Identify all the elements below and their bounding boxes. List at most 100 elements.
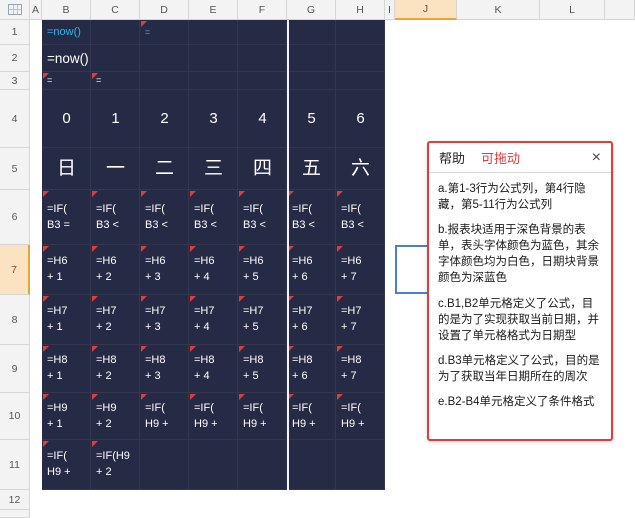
row-header-10[interactable]: 10 — [0, 393, 30, 440]
sheet-cell-e5[interactable]: 三 — [189, 148, 238, 190]
sheet-cell-d3[interactable] — [140, 72, 189, 90]
row-header-11[interactable]: 11 — [0, 440, 30, 490]
sheet-cell-h6[interactable]: =IF(B3 < — [336, 190, 385, 245]
sheet-cell-h7[interactable]: =H6 + 7 — [336, 245, 385, 295]
sheet-cell-b4[interactable]: 0 — [42, 90, 91, 148]
row-header-1[interactable]: 1 — [0, 20, 30, 45]
sheet-cell-g9[interactable]: =H8 + 6 — [287, 345, 336, 393]
sheet-cell-f3[interactable] — [238, 72, 287, 90]
sheet-cell-f11[interactable] — [238, 440, 287, 490]
sheet-cell-f8[interactable]: =H7 + 5 — [238, 295, 287, 345]
column-header-pad[interactable] — [605, 0, 635, 20]
column-header-h[interactable]: H — [336, 0, 385, 20]
sheet-cell-h3[interactable] — [336, 72, 385, 90]
column-header-l[interactable]: L — [540, 0, 605, 20]
sheet-cell-c3[interactable]: = — [91, 72, 140, 90]
sheet-cell-g10[interactable]: =IF(H9 + — [287, 393, 336, 440]
sheet-cell-b1[interactable]: =now() — [42, 20, 91, 45]
sheet-cell-d2[interactable] — [140, 45, 189, 72]
sheet-cell-c10[interactable]: =H9 + 2 — [91, 393, 140, 440]
sheet-cell-b7[interactable]: =H6 + 1 — [42, 245, 91, 295]
sheet-cell-g5[interactable]: 五 — [287, 148, 336, 190]
sheet-cell-g4[interactable]: 5 — [287, 90, 336, 148]
sheet-cell-c2[interactable] — [91, 45, 140, 72]
sheet-cell-d5[interactable]: 二 — [140, 148, 189, 190]
sheet-cell-e1[interactable] — [189, 20, 238, 45]
sheet-cell-f6[interactable]: =IF(B3 < — [238, 190, 287, 245]
sheet-cell-e6[interactable]: =IF(B3 < — [189, 190, 238, 245]
sheet-cell-e4[interactable]: 3 — [189, 90, 238, 148]
row-header-pad[interactable] — [0, 510, 30, 518]
sheet-cell-d10[interactable]: =IF(H9 + — [140, 393, 189, 440]
sheet-cell-d9[interactable]: =H8 + 3 — [140, 345, 189, 393]
sheet-cell-f5[interactable]: 四 — [238, 148, 287, 190]
sheet-cell-e11[interactable] — [189, 440, 238, 490]
sheet-cell-h1[interactable] — [336, 20, 385, 45]
column-header-b[interactable]: B — [42, 0, 91, 20]
row-header-2[interactable]: 2 — [0, 45, 30, 72]
sheet-cell-c1[interactable] — [91, 20, 140, 45]
row-header-7[interactable]: 7 — [0, 245, 30, 295]
row-header-8[interactable]: 8 — [0, 295, 30, 345]
sheet-cell-g8[interactable]: =H7 + 6 — [287, 295, 336, 345]
sheet-cell-c5[interactable]: 一 — [91, 148, 140, 190]
sheet-cell-h8[interactable]: =H7 + 7 — [336, 295, 385, 345]
column-header-a[interactable]: A — [30, 0, 42, 20]
sheet-cell-c4[interactable]: 1 — [91, 90, 140, 148]
sheet-cell-h2[interactable] — [336, 45, 385, 72]
sheet-cell-f9[interactable]: =H8 + 5 — [238, 345, 287, 393]
sheet-cell-f4[interactable]: 4 — [238, 90, 287, 148]
sheet-cell-g11[interactable] — [287, 440, 336, 490]
row-header-5[interactable]: 5 — [0, 148, 30, 190]
sheet-cell-e3[interactable] — [189, 72, 238, 90]
column-header-i[interactable]: I — [385, 0, 395, 20]
sheet-cell-d11[interactable] — [140, 440, 189, 490]
sheet-cell-f1[interactable] — [238, 20, 287, 45]
sheet-cell-c7[interactable]: =H6 + 2 — [91, 245, 140, 295]
sheet-cell-d8[interactable]: =H7 + 3 — [140, 295, 189, 345]
sheet-cell-g1[interactable] — [287, 20, 336, 45]
row-header-3[interactable]: 3 — [0, 72, 30, 90]
sheet-cell-f7[interactable]: =H6 + 5 — [238, 245, 287, 295]
sheet-cell-g2[interactable] — [287, 45, 336, 72]
sheet-cell-e8[interactable]: =H7 + 4 — [189, 295, 238, 345]
sheet-cell-c8[interactable]: =H7 + 2 — [91, 295, 140, 345]
column-header-j[interactable]: J — [395, 0, 457, 20]
sheet-cell-e2[interactable] — [189, 45, 238, 72]
sheet-cell-g7[interactable]: =H6 + 6 — [287, 245, 336, 295]
sheet-cell-h9[interactable]: =H8 + 7 — [336, 345, 385, 393]
sheet-cell-c9[interactable]: =H8 + 2 — [91, 345, 140, 393]
sheet-cell-d4[interactable]: 2 — [140, 90, 189, 148]
row-header-6[interactable]: 6 — [0, 190, 30, 245]
row-header-12[interactable]: 12 — [0, 490, 30, 510]
row-header-9[interactable]: 9 — [0, 345, 30, 393]
sheet-cell-h11[interactable] — [336, 440, 385, 490]
sheet-cell-c6[interactable]: =IF(B3 < — [91, 190, 140, 245]
sheet-cell-e7[interactable]: =H6 + 4 — [189, 245, 238, 295]
close-icon[interactable]: × — [592, 149, 601, 166]
sheet-cell-d7[interactable]: =H6 + 3 — [140, 245, 189, 295]
help-panel-header[interactable]: 帮助 可拖动 × — [429, 143, 611, 173]
column-header-f[interactable]: F — [238, 0, 287, 20]
sheet-cell-b2[interactable]: =now() — [42, 45, 91, 72]
sheet-cell-e10[interactable]: =IF(H9 + — [189, 393, 238, 440]
sheet-cell-b5[interactable]: 日 — [42, 148, 91, 190]
sheet-cell-b9[interactable]: =H8 + 1 — [42, 345, 91, 393]
sheet-cell-h5[interactable]: 六 — [336, 148, 385, 190]
sheet-cell-g3[interactable] — [287, 72, 336, 90]
sheet-cell-b11[interactable]: =IF(H9 + — [42, 440, 91, 490]
column-header-g[interactable]: G — [287, 0, 336, 20]
sheet-cell-b3[interactable]: = — [42, 72, 91, 90]
sheet-cell-c11[interactable]: =IF(H9 + 2 — [91, 440, 140, 490]
row-header-4[interactable]: 4 — [0, 90, 30, 148]
column-header-k[interactable]: K — [457, 0, 540, 20]
sheet-cell-d1[interactable]: = — [140, 20, 189, 45]
sheet-cell-b6[interactable]: =IF(B3 = — [42, 190, 91, 245]
sheet-cell-g6[interactable]: =IF(B3 < — [287, 190, 336, 245]
column-header-d[interactable]: D — [140, 0, 189, 20]
sheet-cell-b8[interactable]: =H7 + 1 — [42, 295, 91, 345]
sheet-cell-e9[interactable]: =H8 + 4 — [189, 345, 238, 393]
sheet-cell-f2[interactable] — [238, 45, 287, 72]
sheet-cell-f10[interactable]: =IF(H9 + — [238, 393, 287, 440]
sheet-cell-h10[interactable]: =IF(H9 + — [336, 393, 385, 440]
